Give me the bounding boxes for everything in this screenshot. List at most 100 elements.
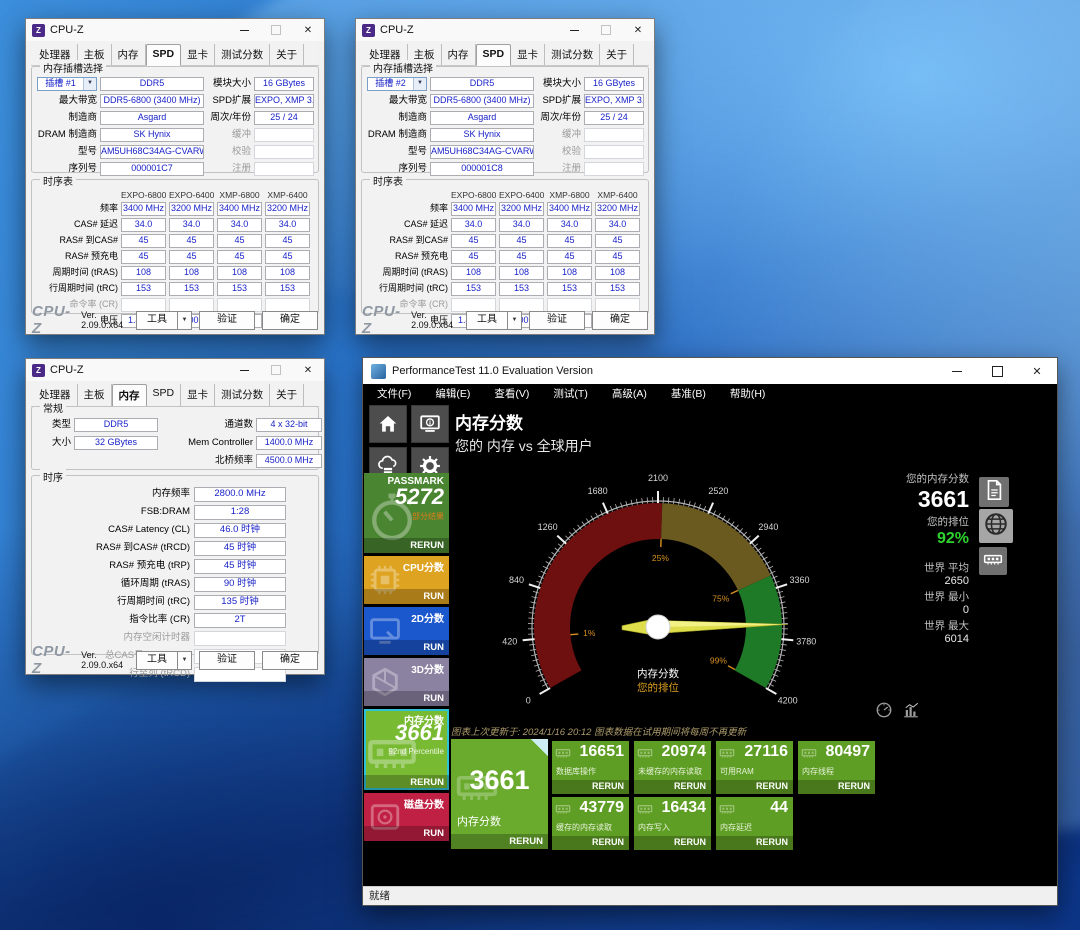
tile-action-label: RERUN	[755, 781, 788, 791]
timing-cell: 108	[265, 266, 310, 280]
close-button[interactable]: ✕	[1017, 358, 1057, 384]
ok-button[interactable]: 确定	[592, 310, 648, 330]
menu-item-0[interactable]: 文件(F)	[365, 386, 423, 401]
tile-action-button[interactable]: RUN	[364, 589, 449, 604]
tab-主板[interactable]: 主板	[78, 384, 112, 406]
tile-action-button[interactable]: RERUN	[798, 780, 875, 794]
tab-关于[interactable]: 关于	[270, 44, 305, 65]
tile-action-label: RERUN	[755, 837, 788, 847]
tab-显卡[interactable]: 显卡	[181, 44, 216, 65]
ram-icon	[555, 801, 571, 817]
tile-action-button[interactable]: RUN	[364, 826, 449, 841]
tab-SPD[interactable]: SPD	[475, 44, 512, 66]
chevron-down-icon: ▼	[83, 78, 96, 90]
tile-action-button[interactable]: RERUN	[364, 538, 449, 553]
cpuz2-value-r2: 25 / 24	[584, 111, 644, 125]
tile-action-button[interactable]: RERUN	[552, 836, 629, 850]
tab-关于[interactable]: 关于	[600, 44, 635, 65]
tab-SPD[interactable]: SPD	[147, 384, 182, 406]
subtest-tile[interactable]: 44 内存延迟 RERUN	[716, 797, 793, 850]
subtest-tile[interactable]: 27116 可用RAM RERUN	[716, 741, 793, 794]
export-report-button[interactable]	[979, 477, 1009, 507]
home-button[interactable]	[369, 405, 407, 443]
chevron-down-icon: ▼	[177, 310, 192, 330]
tools-button[interactable]: 工具 ▼	[136, 650, 192, 670]
timing-column-header: EXPO-6400	[499, 190, 545, 200]
cpuz1-value-l3: SK Hynix	[100, 128, 204, 142]
validate-button[interactable]: 验证	[199, 650, 255, 670]
hardware-info-button[interactable]	[979, 547, 1007, 575]
timing-column-header: EXPO-6800	[451, 190, 497, 200]
tile-action-button[interactable]: RERUN	[634, 836, 711, 850]
tab-测试分数[interactable]: 测试分数	[545, 44, 601, 65]
subtest-tile[interactable]: 20974 未缓存的内存读取 RERUN	[634, 741, 711, 794]
timing-cell: 3200 MHz	[169, 202, 214, 216]
world-results-button[interactable]	[979, 509, 1013, 543]
tab-内存[interactable]: 内存	[112, 44, 146, 65]
cpuz1-label-l4: 型号	[77, 146, 97, 157]
timing-value: 135 时钟	[194, 595, 286, 610]
timing-label: FSB:DRAM	[140, 506, 190, 517]
sidebar-tile-cpu[interactable]: CPU分数 RUN	[364, 556, 449, 604]
validate-button[interactable]: 验证	[529, 310, 585, 330]
tab-关于[interactable]: 关于	[270, 384, 305, 406]
cpuz2-label-r5: 注册	[561, 163, 581, 174]
sidebar-tile-monitor-2d[interactable]: 2D分数 RUN	[364, 607, 449, 655]
minimize-button[interactable]	[558, 19, 590, 41]
results-panel: 您的内存分数 3661 您的排位 92% 世界 平均 2650 世界 最小 0 世界 最大 601…	[743, 469, 969, 645]
subtest-tile[interactable]: 80497 内存线程 RERUN	[798, 741, 875, 794]
close-button[interactable]: ✕	[622, 19, 654, 41]
minimize-button[interactable]	[937, 358, 977, 384]
main-score-tile[interactable]: 3661 内存分数 RERUN	[451, 739, 548, 849]
meter-button[interactable]	[875, 701, 893, 719]
validate-button[interactable]: 验证	[199, 310, 255, 330]
tile-action-button[interactable]: RERUN	[364, 775, 449, 790]
cpuz2-footer-buttons: 工具 ▼ 验证 确定	[466, 310, 648, 330]
maximize-button[interactable]	[977, 358, 1017, 384]
menu-item-6[interactable]: 帮助(H)	[718, 386, 778, 401]
menu-item-3[interactable]: 测试(T)	[541, 386, 599, 401]
menu-item-1[interactable]: 编辑(E)	[423, 386, 482, 401]
tile-action-button[interactable]: RERUN	[716, 836, 793, 850]
tools-button-label: 工具	[136, 650, 177, 670]
tab-内存[interactable]: 内存	[111, 384, 147, 407]
subtest-label: 未缓存的内存读取	[638, 767, 702, 776]
tab-显卡[interactable]: 显卡	[181, 384, 216, 406]
tile-action-button[interactable]: RERUN	[634, 780, 711, 794]
subtest-tile[interactable]: 16651 数据库操作 RERUN	[552, 741, 629, 794]
tab-测试分数[interactable]: 测试分数	[215, 384, 271, 406]
cpuz1-slot-selector[interactable]: 插槽 #1 ▼	[37, 77, 97, 91]
subtest-tile[interactable]: 43779 缓存的内存读取 RERUN	[552, 797, 629, 850]
close-button[interactable]: ✕	[292, 19, 324, 41]
sidebar-tile-disk[interactable]: 磁盘分数 RUN	[364, 793, 449, 841]
minimize-button[interactable]	[228, 19, 260, 41]
menu-item-5[interactable]: 基准(B)	[659, 386, 718, 401]
minimize-button[interactable]	[228, 359, 260, 381]
chart-button[interactable]	[902, 701, 920, 719]
tile-action-button[interactable]: RERUN	[716, 780, 793, 794]
system-info-button[interactable]	[411, 405, 449, 443]
tab-内存[interactable]: 内存	[442, 44, 476, 65]
tab-SPD[interactable]: SPD	[145, 44, 182, 66]
sidebar-tile-ram[interactable]: 内存分数 3661 92nd Percentile RERUN	[364, 709, 449, 790]
sidebar-tile-cube-3d[interactable]: 3D分数 RUN	[364, 658, 449, 706]
cpuz3-tabs: 处理器 主板 内存 SPD 显卡 测试分数 关于	[31, 384, 319, 407]
ok-button[interactable]: 确定	[262, 650, 318, 670]
ok-button[interactable]: 确定	[262, 310, 318, 330]
tile-action-button[interactable]: RERUN	[552, 780, 629, 794]
tools-button[interactable]: 工具 ▼	[466, 310, 522, 330]
tab-显卡[interactable]: 显卡	[511, 44, 546, 65]
sidebar-tile-stopwatch[interactable]: PASSMARK 5272 部分结果 RERUN	[364, 473, 449, 553]
tile-action-button[interactable]: RERUN	[451, 834, 548, 849]
close-button[interactable]: ✕	[292, 359, 324, 381]
cpuz2-slot-selector[interactable]: 插槽 #2 ▼	[367, 77, 427, 91]
tools-button[interactable]: 工具 ▼	[136, 310, 192, 330]
tile-action-button[interactable]: RUN	[364, 640, 449, 655]
menu-item-2[interactable]: 查看(V)	[482, 386, 541, 401]
ram-icon	[637, 745, 653, 761]
maximize-icon	[271, 25, 281, 35]
menu-item-4[interactable]: 高级(A)	[600, 386, 659, 401]
subtest-tile[interactable]: 16434 内存写入 RERUN	[634, 797, 711, 850]
tile-action-button[interactable]: RUN	[364, 691, 449, 706]
tab-测试分数[interactable]: 测试分数	[215, 44, 271, 65]
